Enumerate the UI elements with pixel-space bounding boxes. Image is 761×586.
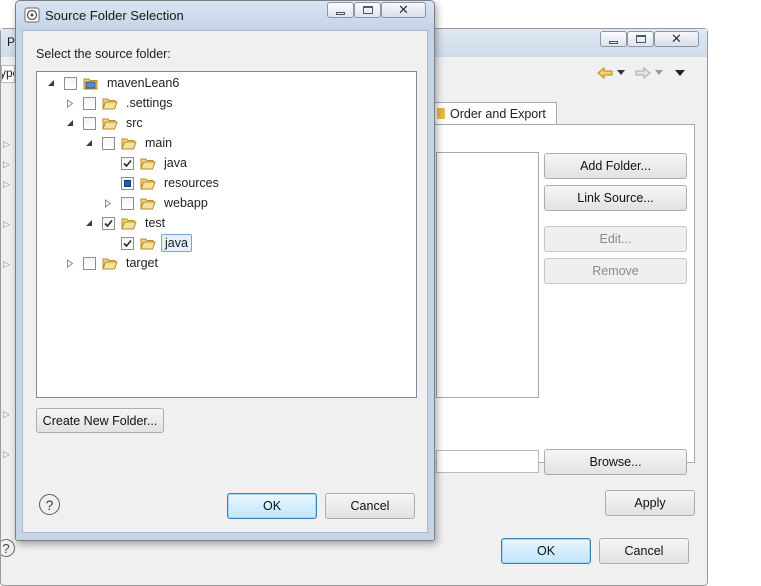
dialog-titlebar: Source Folder Selection ✕ [16,1,434,30]
help-icon-background[interactable]: ? [1,539,21,561]
dialog-prompt: Select the source folder: [36,47,171,61]
tree-item-label: target [126,256,158,270]
tree-item-label: test [145,216,166,230]
tree-item-label: .settings [126,96,173,110]
checkbox-partial[interactable] [121,176,134,190]
tree-item[interactable]: .settings [65,93,176,113]
dialog-title: Source Folder Selection [45,8,184,23]
folder-icon [102,118,118,129]
collapsed-arrow-icon[interactable] [65,258,75,268]
type-filter-field[interactable]: ype [1,65,15,83]
back-arrow-icon[interactable] [597,67,613,79]
dialog-ok-button[interactable]: OK [227,493,317,519]
close-button[interactable]: ✕ [654,31,699,47]
tree-item[interactable]: java [103,233,192,253]
checkbox[interactable] [121,196,134,210]
expanded-arrow-icon[interactable] [65,118,75,128]
forward-arrow-icon [635,67,651,79]
tree-item[interactable]: main [84,133,175,153]
tree-item-label: java [161,234,192,252]
output-folder-field[interactable] [436,450,539,473]
checkbox-checked[interactable] [102,216,115,230]
folder-icon [140,178,156,189]
folder-icon [121,138,137,149]
tree-item[interactable]: webapp [103,193,211,213]
maximize-button[interactable] [627,31,654,47]
close-icon: ✕ [398,2,409,18]
tree-item-label: mavenLean6 [107,76,180,90]
tree-item-label: webapp [164,196,208,210]
help-icon[interactable]: ? [39,494,60,515]
checkbox[interactable] [83,116,96,130]
link-source-button[interactable]: Link Source... [544,185,687,211]
checkbox-checked[interactable] [121,156,134,170]
menu-arrow-icon [655,70,663,75]
tree-item-label: java [164,156,187,170]
remove-button[interactable]: Remove [544,258,687,284]
expanded-arrow-icon[interactable] [84,218,94,228]
order-export-icon [437,108,445,119]
expanded-arrow-icon[interactable] [84,138,94,148]
tab-order-export-label: Order and Export [450,106,546,121]
dialog-close-button[interactable]: ✕ [381,2,426,18]
properties-ok-button[interactable]: OK [501,538,591,564]
dialog-minimize-button[interactable] [327,2,354,18]
close-icon: ✕ [671,31,682,47]
dialog-cancel-button[interactable]: Cancel [325,493,415,519]
collapsed-arrow-icon[interactable] [65,98,75,108]
folder-icon [102,98,118,109]
apply-button[interactable]: Apply [605,490,695,516]
eclipse-icon [24,7,40,23]
edit-button[interactable]: Edit... [544,226,687,252]
minimize-icon [609,40,618,44]
checkbox[interactable] [64,76,77,90]
tree-item-label: src [126,116,143,130]
properties-cancel-button[interactable]: Cancel [599,538,689,564]
maximize-icon [635,35,646,43]
checkbox[interactable] [102,136,115,150]
properties-title-partial: P [7,35,16,49]
menu-arrow-icon[interactable] [617,70,625,76]
history-nav [597,67,685,79]
folder-icon [140,238,156,249]
add-folder-button[interactable]: Add Folder... [544,153,687,179]
folder-icon [140,198,156,209]
browse-button[interactable]: Browse... [544,449,687,475]
folder-icon [121,218,137,229]
folder-icon [140,158,156,169]
tab-order-export[interactable]: Order and Export [431,102,557,124]
checkbox[interactable] [83,256,96,270]
folder-tree[interactable]: mavenLean6 .settings src main java resources w… [36,71,417,398]
minimize-button[interactable] [600,31,627,47]
minimize-icon [336,11,345,15]
tree-item-label: main [145,136,173,150]
collapsed-arrow-icon[interactable] [103,198,113,208]
tree-item[interactable]: target [65,253,161,273]
create-new-folder-button[interactable]: Create New Folder... [36,408,164,433]
tree-item[interactable]: test [84,213,168,233]
checkbox-checked[interactable] [121,236,134,250]
left-tree-expanders: ▷ ▷ ▷ ▷ ▷ [3,139,10,269]
dialog-maximize-button[interactable] [354,2,381,18]
tree-item[interactable]: java [103,153,190,173]
tree-item-label: resources [164,176,219,190]
tree-item[interactable]: src [65,113,146,133]
maximize-icon [362,6,373,14]
source-folder-selection-dialog: Source Folder Selection ✕ Select the sou… [15,0,435,541]
tree-item[interactable]: mavenLean6 [46,73,182,93]
type-filter-text: ype [2,66,14,80]
view-menu-icon[interactable] [675,69,685,77]
tree-item[interactable]: resources [103,173,222,193]
expanded-arrow-icon[interactable] [46,78,56,88]
left-tree-expanders-lower: ▷ ▷ [3,409,10,459]
project-icon [83,78,98,89]
folder-icon [102,258,118,269]
source-folders-list[interactable] [436,152,539,398]
checkbox[interactable] [83,96,96,110]
